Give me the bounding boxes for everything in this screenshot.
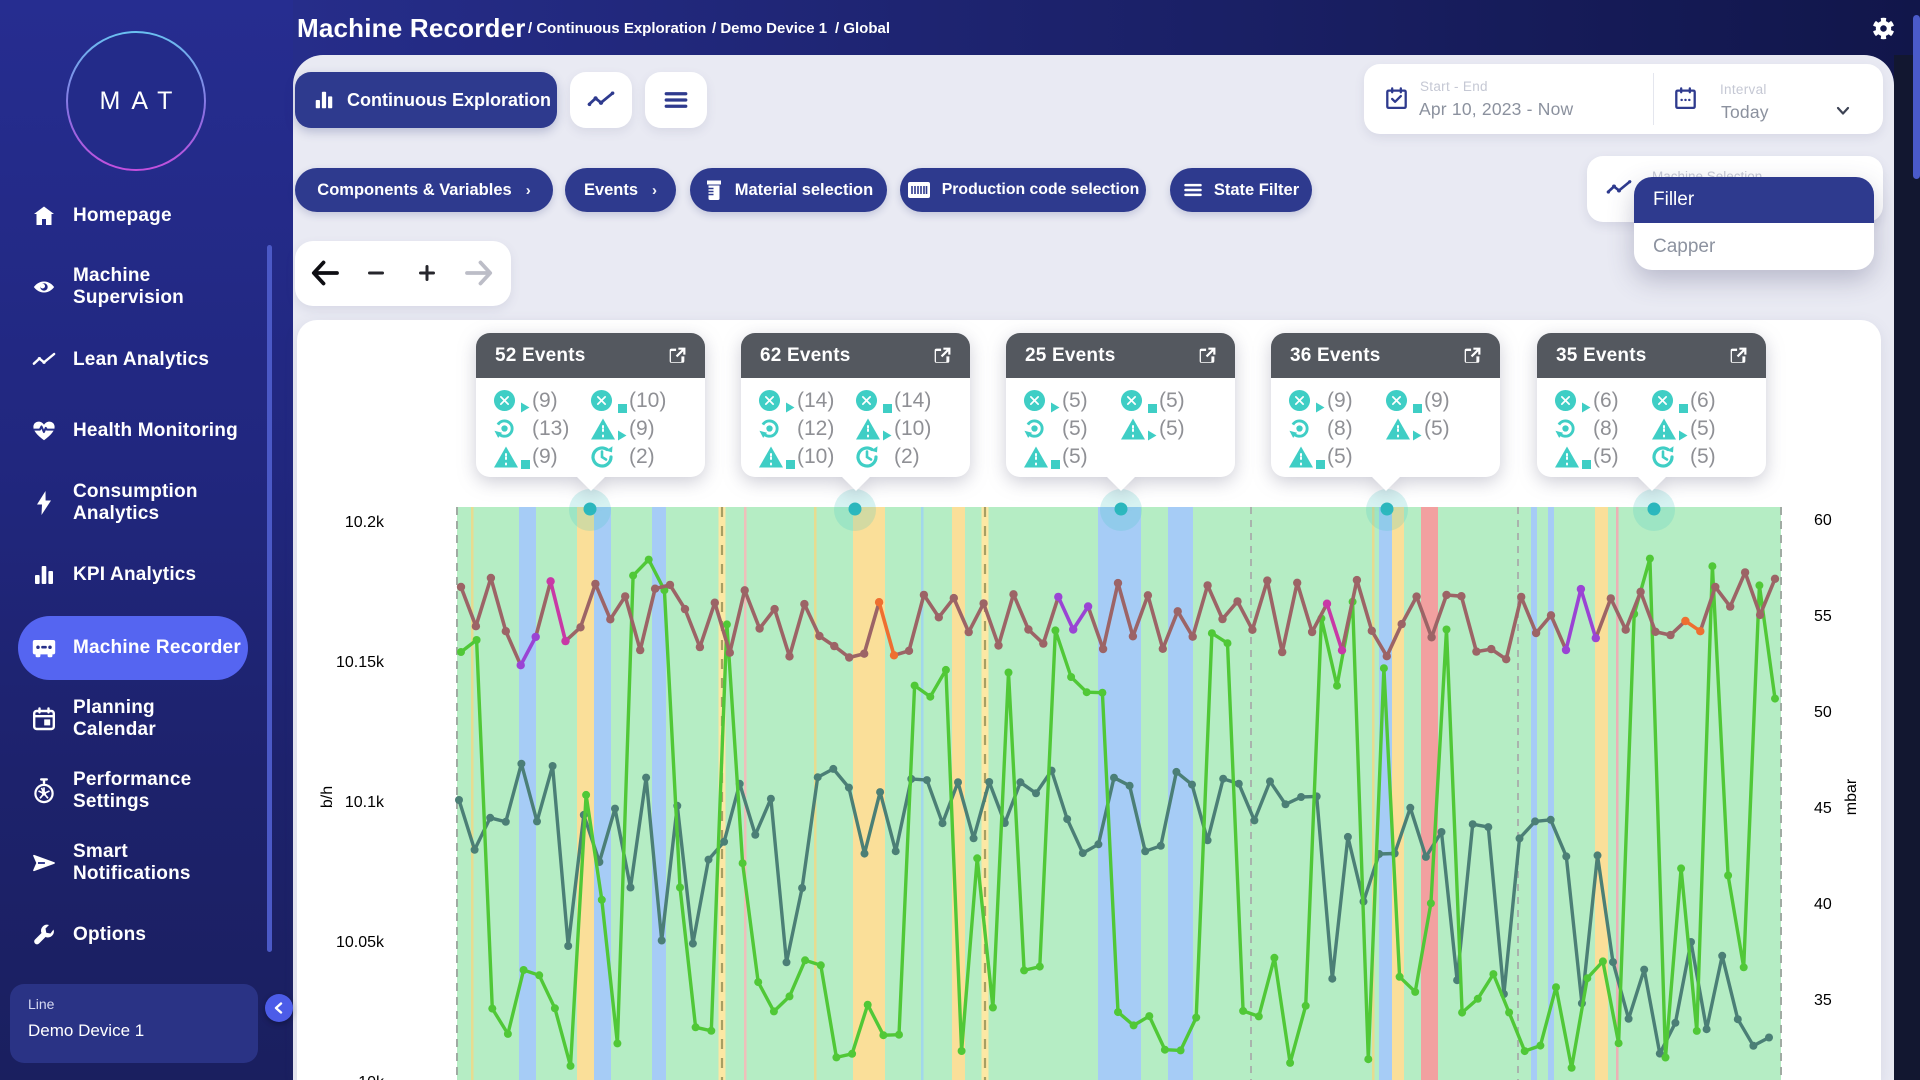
svg-text:35: 35 bbox=[1814, 992, 1832, 1009]
svg-text:10.1k: 10.1k bbox=[345, 794, 385, 811]
svg-text:55: 55 bbox=[1814, 608, 1832, 625]
svg-text:10k: 10k bbox=[358, 1074, 385, 1080]
svg-text:10.2k: 10.2k bbox=[345, 514, 385, 531]
svg-text:10.15k: 10.15k bbox=[336, 654, 385, 671]
svg-text:60: 60 bbox=[1814, 512, 1832, 529]
svg-text:mbar: mbar bbox=[1843, 778, 1860, 815]
svg-text:40: 40 bbox=[1814, 896, 1832, 913]
svg-text:10.05k: 10.05k bbox=[336, 934, 385, 951]
svg-text:50: 50 bbox=[1814, 704, 1832, 721]
svg-text:45: 45 bbox=[1814, 800, 1832, 817]
svg-text:b/h: b/h bbox=[319, 786, 336, 808]
